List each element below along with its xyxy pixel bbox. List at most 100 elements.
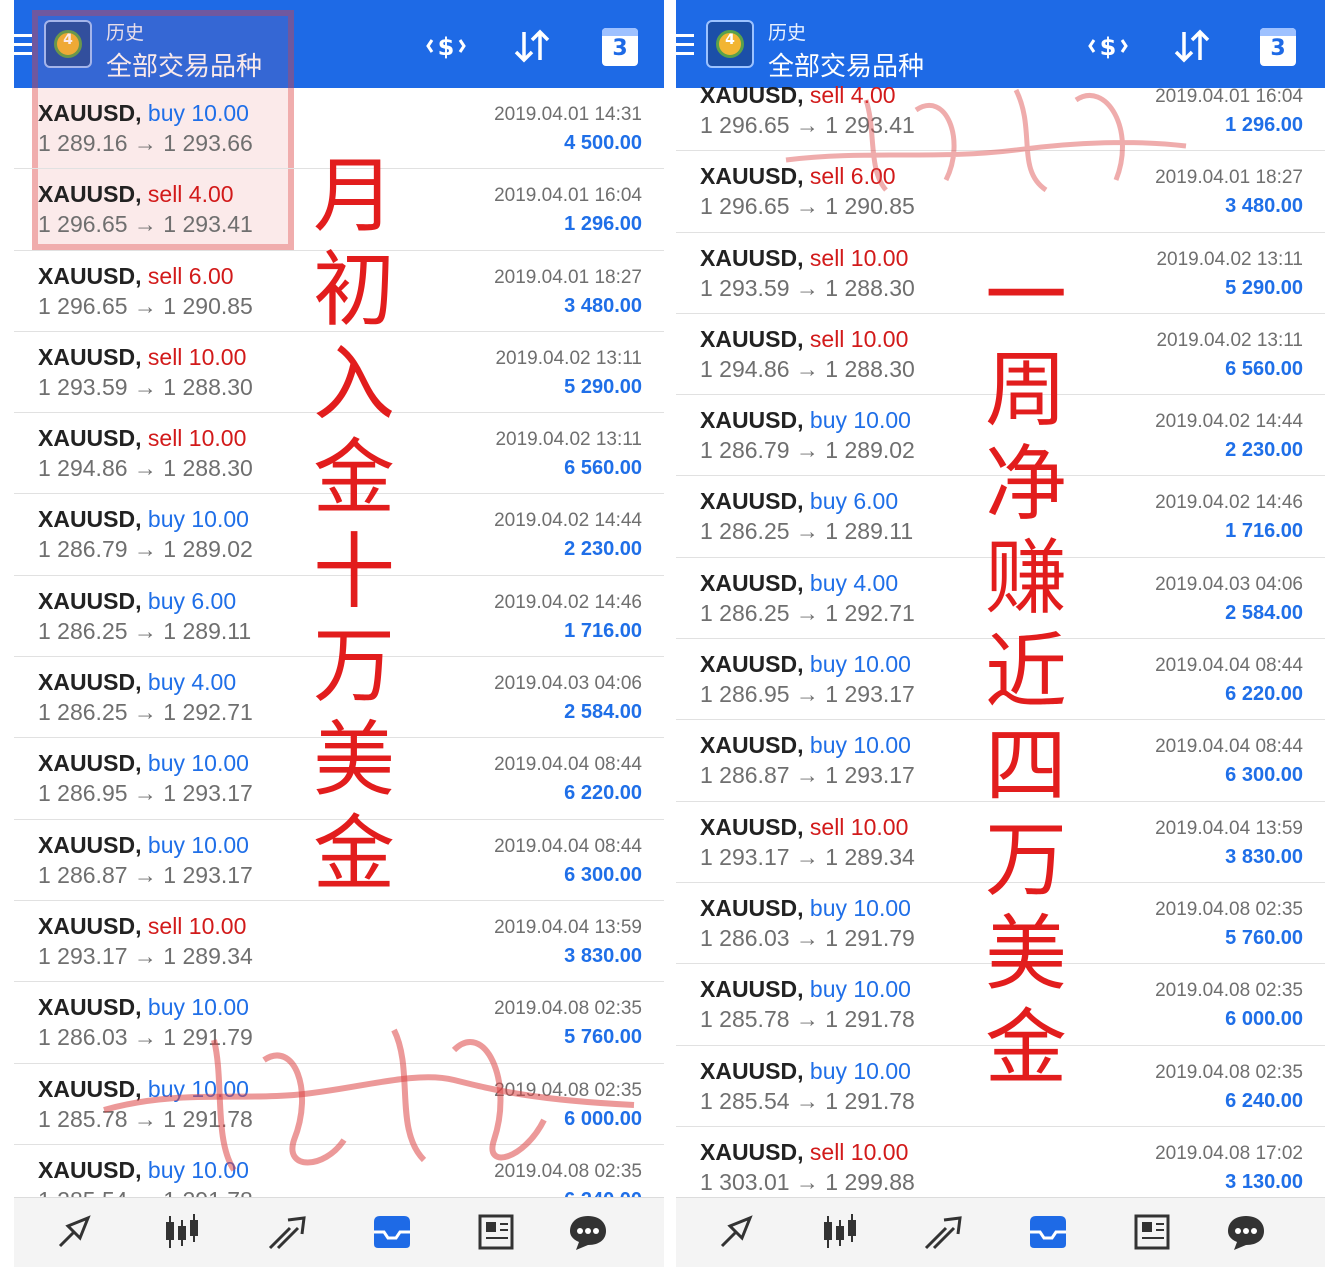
sort-icon[interactable] xyxy=(1170,26,1214,66)
calendar-icon[interactable]: 3 xyxy=(602,28,638,66)
trade-time: 2019.04.01 18:27 xyxy=(494,266,642,288)
sort-icon[interactable] xyxy=(510,26,554,66)
trade-prices: 1 303.01 → 1 299.88 xyxy=(700,1168,915,1195)
trade-prices: 1 293.59 → 1 288.30 xyxy=(38,373,253,400)
news-icon[interactable] xyxy=(474,1212,518,1252)
trade-time: 2019.04.04 13:59 xyxy=(1155,817,1303,839)
currency-exchange-icon[interactable]: $ xyxy=(1086,26,1130,66)
trade-symbol-line: XAUUSD, sell 4.00 xyxy=(700,82,896,109)
trade-symbol: XAUUSD, xyxy=(38,750,142,777)
history-icon[interactable] xyxy=(1026,1212,1070,1252)
overlay-character: 万 xyxy=(984,813,1067,908)
svg-text:$: $ xyxy=(438,33,455,61)
trade-symbol-line: XAUUSD, sell 10.00 xyxy=(38,425,246,452)
trade-time: 2019.04.04 08:44 xyxy=(1155,655,1303,677)
trade-side: sell 10.00 xyxy=(809,1138,909,1165)
trade-prices: 1 286.79 → 1 289.02 xyxy=(700,437,915,464)
trade-side: sell 10.00 xyxy=(809,813,909,840)
chart-icon[interactable] xyxy=(160,1212,204,1252)
menu-icon[interactable] xyxy=(14,34,32,56)
trade-profit: 3 830.00 xyxy=(564,944,642,967)
overlay-character: 十 xyxy=(312,525,395,620)
trade-time: 2019.04.02 14:44 xyxy=(494,510,642,532)
overlay-character: 周 xyxy=(984,343,1067,438)
trade-side: sell 10.00 xyxy=(147,343,247,370)
trade-symbol-line: XAUUSD, buy 10.00 xyxy=(38,1076,249,1103)
trade-profit: 6 300.00 xyxy=(1225,764,1303,787)
trade-symbol-line: XAUUSD, sell 6.00 xyxy=(700,163,896,190)
overlay-character: 近 xyxy=(984,625,1067,720)
trade-symbol: XAUUSD, xyxy=(38,587,142,614)
calendar-icon[interactable]: 3 xyxy=(1260,28,1296,66)
quotes-icon[interactable] xyxy=(54,1212,98,1252)
trade-symbol-line: XAUUSD, buy 10.00 xyxy=(38,750,249,777)
trade-side: buy 10.00 xyxy=(147,994,249,1021)
trade-symbol: XAUUSD, xyxy=(38,425,142,452)
bottom-navigation-bar xyxy=(676,1197,1325,1267)
trade-side: buy 10.00 xyxy=(809,976,911,1003)
trade-side: buy 10.00 xyxy=(809,407,911,434)
trade-row[interactable]: XAUUSD, sell 6.00 1 296.65 → 1 290.85 2019… xyxy=(676,151,1325,233)
overlay-character: 初 xyxy=(312,243,395,338)
trade-symbol: XAUUSD, xyxy=(700,325,804,352)
trade-row[interactable]: XAUUSD, sell 10.00 1 303.01 → 1 299.88 201… xyxy=(676,1127,1325,1209)
trade-symbol-line: XAUUSD, sell 10.00 xyxy=(700,326,908,353)
overlay-caption-left: 月初入金十万美金 xyxy=(304,150,404,902)
news-icon[interactable] xyxy=(1130,1212,1174,1252)
trade-prices: 1 286.95 → 1 293.17 xyxy=(700,681,915,708)
trade-time: 2019.04.01 14:31 xyxy=(494,104,642,125)
trade-prices: 1 296.65 → 1 290.85 xyxy=(38,292,253,319)
menu-icon[interactable] xyxy=(676,34,694,56)
trade-row[interactable]: XAUUSD, buy 10.00 1 286.03 → 1 291.79 2019… xyxy=(14,982,664,1064)
header-title[interactable]: 全部交易品种 xyxy=(106,46,262,83)
chat-icon[interactable] xyxy=(1224,1212,1268,1252)
trade-symbol-line: XAUUSD, sell 10.00 xyxy=(700,245,908,272)
trade-symbol-line: XAUUSD, sell 10.00 xyxy=(38,344,246,371)
quotes-icon[interactable] xyxy=(716,1212,760,1252)
trade-symbol: XAUUSD, xyxy=(38,994,142,1021)
trade-symbol: XAUUSD, xyxy=(700,651,804,678)
trade-symbol-line: XAUUSD, buy 10.00 xyxy=(38,506,249,533)
trade-row[interactable]: XAUUSD, buy 10.00 1 285.78 → 1 291.78 2019… xyxy=(14,1064,664,1145)
trade-symbol: XAUUSD, xyxy=(700,894,804,921)
overlay-character: 金 xyxy=(984,1001,1067,1096)
header-subtitle: 历史 xyxy=(768,22,807,44)
top-app-bar: 4 历史 全部交易品种 $ 3 xyxy=(14,0,664,88)
trade-side: sell 6.00 xyxy=(147,262,234,289)
trade-row[interactable]: XAUUSD, sell 10.00 1 293.17 → 1 289.34 201… xyxy=(14,901,664,983)
trade-side: buy 6.00 xyxy=(147,587,237,614)
trade-row[interactable]: XAUUSD, sell 4.00 1 296.65 → 1 293.41 2019… xyxy=(676,70,1325,152)
trade-time: 2019.04.04 08:44 xyxy=(494,754,642,776)
trade-symbol: XAUUSD, xyxy=(700,488,804,515)
overlay-character: 净 xyxy=(984,437,1067,532)
trade-profit: 1 296.00 xyxy=(564,213,642,236)
chat-icon[interactable] xyxy=(566,1212,610,1252)
trade-icon[interactable] xyxy=(266,1212,310,1252)
trade-time: 2019.04.02 13:11 xyxy=(495,429,642,451)
header-subtitle: 历史 xyxy=(106,22,145,44)
trade-time: 2019.04.08 02:35 xyxy=(494,1160,642,1182)
trade-side: buy 10.00 xyxy=(147,750,249,777)
trade-prices: 1 286.87 → 1 293.17 xyxy=(38,861,253,888)
trade-symbol-line: XAUUSD, buy 10.00 xyxy=(38,100,249,127)
trade-side: buy 10.00 xyxy=(147,100,249,126)
trade-profit: 3 480.00 xyxy=(1225,195,1303,218)
trade-side: sell 10.00 xyxy=(809,325,909,352)
trade-symbol: XAUUSD, xyxy=(38,100,142,126)
trade-symbol-line: XAUUSD, buy 10.00 xyxy=(700,976,911,1003)
trade-profit: 6 560.00 xyxy=(564,457,642,480)
history-icon[interactable] xyxy=(370,1212,414,1252)
currency-exchange-icon[interactable]: $ xyxy=(424,26,468,66)
trade-icon[interactable] xyxy=(922,1212,966,1252)
chart-icon[interactable] xyxy=(818,1212,862,1252)
trade-time: 2019.04.03 04:06 xyxy=(494,673,642,695)
trade-profit: 5 290.00 xyxy=(1225,276,1303,299)
trade-side: buy 10.00 xyxy=(809,894,911,921)
trade-prices: 1 293.59 → 1 288.30 xyxy=(700,274,915,301)
trade-prices: 1 286.03 → 1 291.79 xyxy=(38,1024,253,1051)
trade-symbol: XAUUSD, xyxy=(700,244,804,271)
trade-symbol: XAUUSD, xyxy=(38,1156,142,1183)
trade-prices: 1 286.25 → 1 292.71 xyxy=(700,599,915,626)
trade-time: 2019.04.02 14:44 xyxy=(1155,411,1303,433)
trade-time: 2019.04.08 02:35 xyxy=(1155,980,1303,1002)
